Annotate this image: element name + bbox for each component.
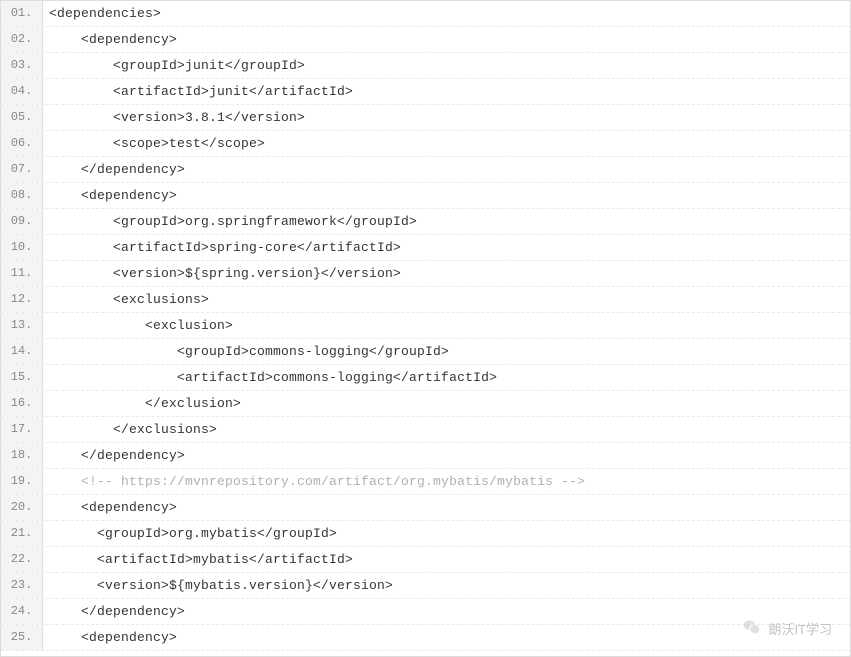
code-text: <dependency> bbox=[43, 630, 177, 645]
code-line: 09. <groupId>org.springframework</groupI… bbox=[1, 209, 850, 235]
code-line: 25. <dependency> bbox=[1, 625, 850, 651]
line-number: 20. bbox=[1, 495, 43, 520]
code-text: <exclusions> bbox=[43, 292, 209, 307]
code-line: 04. <artifactId>junit</artifactId> bbox=[1, 79, 850, 105]
line-number: 23. bbox=[1, 573, 43, 598]
line-number: 01. bbox=[1, 1, 43, 26]
line-number: 16. bbox=[1, 391, 43, 416]
line-number: 21. bbox=[1, 521, 43, 546]
code-text: <!-- https://mvnrepository.com/artifact/… bbox=[43, 474, 585, 489]
code-line: 17. </exclusions> bbox=[1, 417, 850, 443]
line-number: 04. bbox=[1, 79, 43, 104]
code-line: 07. </dependency> bbox=[1, 157, 850, 183]
line-number: 10. bbox=[1, 235, 43, 260]
code-text: <version>${mybatis.version}</version> bbox=[43, 578, 393, 593]
code-text: </dependency> bbox=[43, 162, 185, 177]
line-number: 17. bbox=[1, 417, 43, 442]
line-number: 08. bbox=[1, 183, 43, 208]
code-line: 21. <groupId>org.mybatis</groupId> bbox=[1, 521, 850, 547]
code-text: </exclusions> bbox=[43, 422, 217, 437]
line-number: 14. bbox=[1, 339, 43, 364]
line-number: 11. bbox=[1, 261, 43, 286]
code-text: <groupId>org.springframework</groupId> bbox=[43, 214, 417, 229]
line-number: 07. bbox=[1, 157, 43, 182]
line-number: 02. bbox=[1, 27, 43, 52]
code-text: <scope>test</scope> bbox=[43, 136, 265, 151]
code-line: 01.<dependencies> bbox=[1, 1, 850, 27]
code-line: 16. </exclusion> bbox=[1, 391, 850, 417]
code-line: 06. <scope>test</scope> bbox=[1, 131, 850, 157]
line-number: 03. bbox=[1, 53, 43, 78]
code-text: </dependency> bbox=[43, 448, 185, 463]
code-line: 03. <groupId>junit</groupId> bbox=[1, 53, 850, 79]
line-number: 19. bbox=[1, 469, 43, 494]
code-line: 18. </dependency> bbox=[1, 443, 850, 469]
line-number: 09. bbox=[1, 209, 43, 234]
line-number: 22. bbox=[1, 547, 43, 572]
code-line: 22. <artifactId>mybatis</artifactId> bbox=[1, 547, 850, 573]
code-text: <dependency> bbox=[43, 32, 177, 47]
code-text: <dependencies> bbox=[43, 6, 161, 21]
code-text: <exclusion> bbox=[43, 318, 233, 333]
code-line: 05. <version>3.8.1</version> bbox=[1, 105, 850, 131]
code-line: 13. <exclusion> bbox=[1, 313, 850, 339]
code-line: 08. <dependency> bbox=[1, 183, 850, 209]
code-line: 12. <exclusions> bbox=[1, 287, 850, 313]
code-text: <groupId>commons-logging</groupId> bbox=[43, 344, 449, 359]
code-text: <artifactId>mybatis</artifactId> bbox=[43, 552, 353, 567]
code-listing: 01.<dependencies>02. <dependency>03. <gr… bbox=[1, 1, 850, 651]
code-line: 15. <artifactId>commons-logging</artifac… bbox=[1, 365, 850, 391]
code-line: 20. <dependency> bbox=[1, 495, 850, 521]
line-number: 15. bbox=[1, 365, 43, 390]
code-line: 19. <!-- https://mvnrepository.com/artif… bbox=[1, 469, 850, 495]
line-number: 25. bbox=[1, 625, 43, 650]
code-text: </dependency> bbox=[43, 604, 185, 619]
line-number: 13. bbox=[1, 313, 43, 338]
code-text: <artifactId>spring-core</artifactId> bbox=[43, 240, 401, 255]
line-number: 05. bbox=[1, 105, 43, 130]
line-number: 18. bbox=[1, 443, 43, 468]
code-text: <dependency> bbox=[43, 188, 177, 203]
code-text: <artifactId>commons-logging</artifactId> bbox=[43, 370, 497, 385]
line-number: 24. bbox=[1, 599, 43, 624]
code-line: 11. <version>${spring.version}</version> bbox=[1, 261, 850, 287]
line-number: 12. bbox=[1, 287, 43, 312]
code-line: 24. </dependency> bbox=[1, 599, 850, 625]
line-number: 06. bbox=[1, 131, 43, 156]
code-text: </exclusion> bbox=[43, 396, 241, 411]
code-line: 14. <groupId>commons-logging</groupId> bbox=[1, 339, 850, 365]
code-line: 02. <dependency> bbox=[1, 27, 850, 53]
code-line: 10. <artifactId>spring-core</artifactId> bbox=[1, 235, 850, 261]
code-text: <dependency> bbox=[43, 500, 177, 515]
code-text: <version>3.8.1</version> bbox=[43, 110, 305, 125]
code-text: <groupId>org.mybatis</groupId> bbox=[43, 526, 337, 541]
code-line: 23. <version>${mybatis.version}</version… bbox=[1, 573, 850, 599]
code-text: <artifactId>junit</artifactId> bbox=[43, 84, 353, 99]
code-text: <groupId>junit</groupId> bbox=[43, 58, 305, 73]
code-text: <version>${spring.version}</version> bbox=[43, 266, 401, 281]
